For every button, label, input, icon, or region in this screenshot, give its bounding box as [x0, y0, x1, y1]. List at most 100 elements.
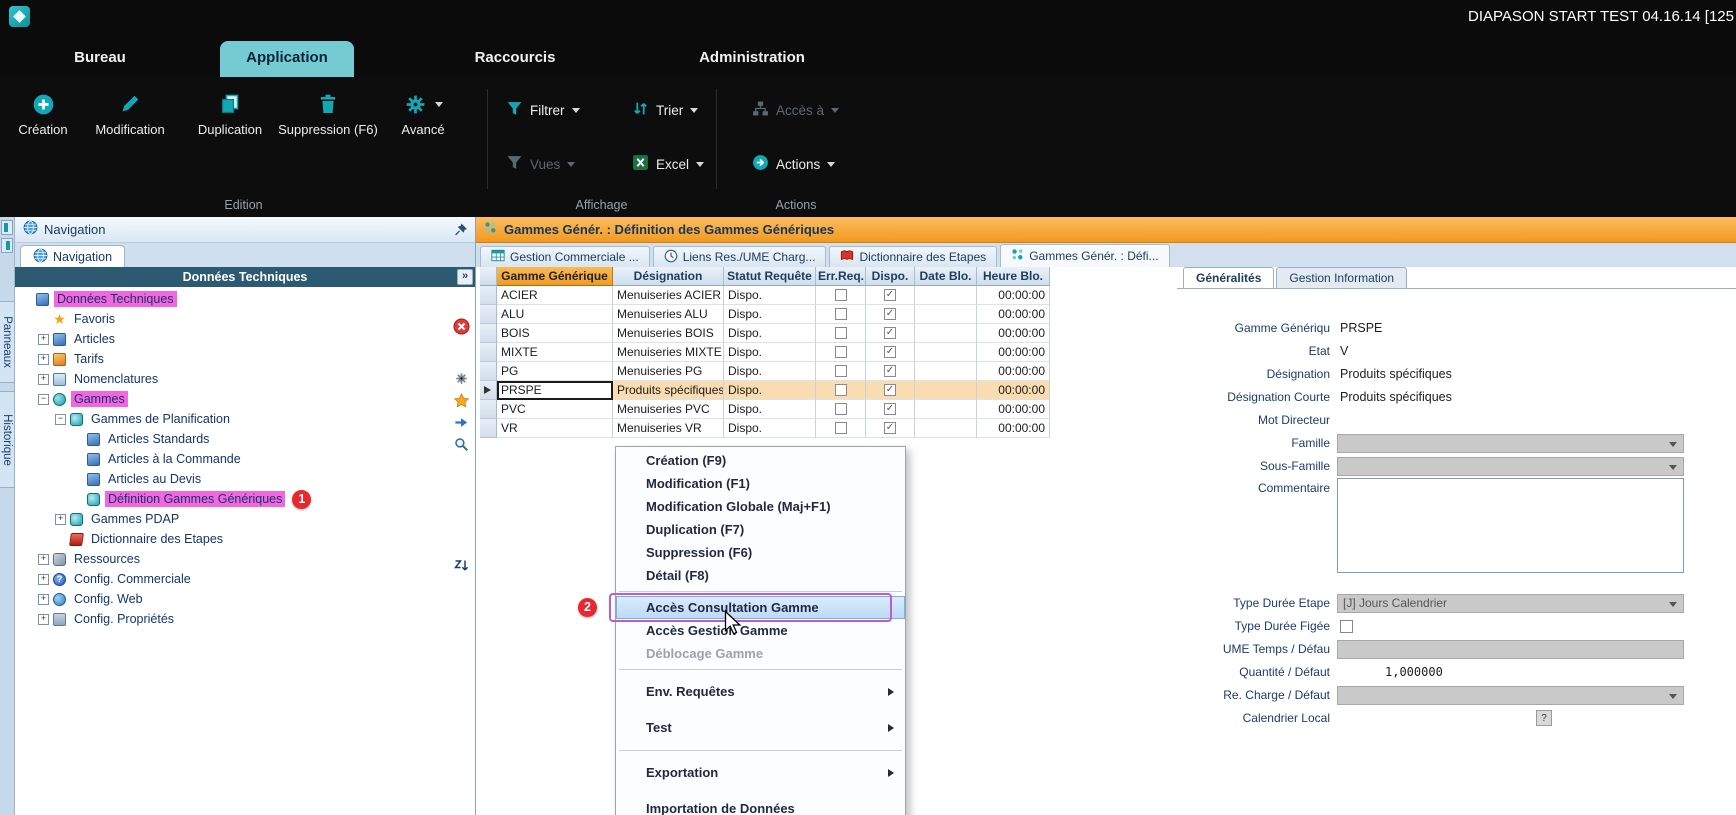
menu-item-env-requetes[interactable]: Env. Requêtes [616, 674, 905, 710]
column-header-statut-requete[interactable]: Statut Requête [724, 267, 816, 286]
cell-gamme[interactable]: VR [497, 419, 613, 438]
column-header-dispo[interactable]: Dispo. [866, 267, 915, 286]
menu-item-acces-consultation-gamme[interactable]: Accès Consultation Gamme2 [616, 596, 905, 619]
row-selector[interactable] [480, 381, 497, 400]
tree-item-tarifs[interactable]: +Tarifs [15, 349, 475, 369]
ribbon-button-creation[interactable]: Création [10, 90, 76, 137]
panel-toggle-button-2[interactable] [1, 238, 13, 253]
tree-item-dictionnaire-des-etapes[interactable]: Dictionnaire des Etapes [15, 529, 475, 549]
cell-gamme[interactable]: PRSPE [497, 381, 613, 400]
tree-item-gammes-pdap[interactable]: +Gammes PDAP [15, 509, 475, 529]
ribbon-button-excel[interactable]: Excel [632, 153, 704, 175]
row-selector[interactable] [480, 343, 497, 362]
tree-item-definition-gammes-generiques[interactable]: Définition Gammes Génériques1 [15, 489, 475, 509]
row-selector[interactable] [480, 362, 497, 381]
side-tab-panneaux[interactable]: Panneaux [0, 301, 15, 383]
checkbox-unchecked[interactable] [835, 346, 847, 358]
tree-item-ressources[interactable]: +Ressources [15, 549, 475, 569]
checkbox-unchecked[interactable] [835, 289, 847, 301]
tree-expander[interactable]: + [38, 594, 49, 605]
column-header-designation[interactable]: Désignation [613, 267, 724, 286]
tree-item-favoris[interactable]: ★Favoris [15, 309, 475, 329]
tree-expander[interactable]: − [38, 394, 49, 405]
menu-tab-raccourcis[interactable]: Raccourcis [452, 41, 578, 77]
cell-gamme[interactable]: ACIER [497, 286, 613, 305]
menu-tab-bureau[interactable]: Bureau [62, 41, 138, 77]
ribbon-button-modification[interactable]: Modification [80, 90, 180, 137]
menu-item-modification-f1[interactable]: Modification (F1) [616, 472, 905, 495]
tree-item-articles-a-la-commande[interactable]: Articles à la Commande [15, 449, 475, 469]
side-tab-historique[interactable]: Historique [0, 391, 15, 488]
checkbox-checked[interactable]: ✓ [884, 308, 896, 320]
tab-navigation[interactable]: Navigation [20, 245, 125, 267]
tree-expander[interactable]: − [55, 414, 66, 425]
panel-toggle-button[interactable] [1, 220, 13, 235]
menu-item-detail-f8[interactable]: Détail (F8) [616, 564, 905, 587]
column-header-heure-blo[interactable]: Heure Blo. [977, 267, 1050, 286]
tree-expander[interactable]: + [38, 354, 49, 365]
pin-icon[interactable] [454, 223, 467, 242]
sort-icon[interactable] [452, 557, 470, 575]
cell-gamme[interactable]: MIXTE [497, 343, 613, 362]
checkbox-unchecked[interactable] [835, 327, 847, 339]
checkbox-type-duree-figee[interactable] [1340, 620, 1353, 633]
tree-item-articles-standards[interactable]: Articles Standards [15, 429, 475, 449]
dropdown-re-charge-defaut[interactable] [1337, 686, 1684, 705]
dropdown-famille[interactable] [1337, 434, 1684, 453]
document-tab-dictionnaire-des-etapes[interactable]: Dictionnaire des Etapes [829, 246, 997, 267]
cell-gamme[interactable]: ALU [497, 305, 613, 324]
navigate-icon[interactable] [452, 413, 470, 431]
column-header-date-blo[interactable]: Date Blo. [915, 267, 977, 286]
detail-tab-generalites[interactable]: Généralités [1183, 267, 1274, 288]
tree-item-donnees-techniques[interactable]: Données Techniques [15, 289, 475, 309]
row-selector[interactable] [480, 400, 497, 419]
tree-expander[interactable]: + [38, 574, 49, 585]
cell-gamme[interactable]: BOIS [497, 324, 613, 343]
document-tab-liens-res-ume-charg[interactable]: Liens Res./UME Charg... [653, 246, 827, 267]
ribbon-button-filtrer[interactable]: Filtrer [506, 99, 580, 121]
menu-item-creation-f9[interactable]: Création (F9) [616, 449, 905, 472]
favorites-icon[interactable] [452, 391, 470, 409]
checkbox-checked[interactable]: ✓ [884, 346, 896, 358]
checkbox-checked[interactable]: ✓ [884, 422, 896, 434]
tree-item-config-web[interactable]: +Config. Web [15, 589, 475, 609]
tree-item-gammes[interactable]: −Gammes [15, 389, 475, 409]
column-header-gamme-generique[interactable]: Gamme Générique [497, 267, 613, 286]
menu-item-acces-gestion-gamme[interactable]: Accès Gestion Gamme [616, 619, 905, 642]
tree-item-config-commerciale[interactable]: +?Config. Commerciale [15, 569, 475, 589]
settings-icon[interactable] [452, 369, 470, 387]
clear-filter-button[interactable] [452, 317, 470, 335]
tree-expander[interactable]: + [38, 614, 49, 625]
menu-item-exportation[interactable]: Exportation [616, 755, 905, 791]
column-header-err-req[interactable]: Err.Req. [816, 267, 866, 286]
checkbox-checked[interactable]: ✓ [884, 365, 896, 377]
cell-gamme[interactable]: PVC [497, 400, 613, 419]
document-tab-gammes-gener-defi[interactable]: Gammes Génér. : Défi... [1000, 244, 1169, 267]
checkbox-checked[interactable]: ✓ [884, 384, 896, 396]
tree-item-gammes-de-planification[interactable]: −Gammes de Planification [15, 409, 475, 429]
ribbon-button-duplication[interactable]: Duplication [186, 90, 274, 137]
tree-expander[interactable]: + [55, 514, 66, 525]
tree-item-articles[interactable]: +Articles [15, 329, 475, 349]
tree-item-config-proprietes[interactable]: +Config. Propriétés [15, 609, 475, 629]
menu-item-modification-globale-maj-f1[interactable]: Modification Globale (Maj+F1) [616, 495, 905, 518]
input-ume-temps-defau[interactable] [1337, 640, 1684, 659]
tree-expander[interactable]: + [38, 334, 49, 345]
ribbon-button-avance[interactable]: Avancé [386, 90, 460, 137]
detail-tab-gestion-information[interactable]: Gestion Information [1276, 267, 1407, 288]
document-tab-gestion-commerciale[interactable]: Gestion Commerciale ... [480, 246, 650, 267]
menu-tab-administration[interactable]: Administration [682, 41, 822, 77]
checkbox-checked[interactable]: ✓ [884, 327, 896, 339]
ribbon-button-suppression-f6[interactable]: Suppression (F6) [278, 90, 378, 137]
ribbon-button-trier[interactable]: Trier [632, 99, 698, 121]
menu-item-suppression-f6[interactable]: Suppression (F6) [616, 541, 905, 564]
dropdown-type-duree-etape[interactable]: [J] Jours Calendrier [1337, 594, 1684, 613]
tree-item-nomenclatures[interactable]: +Nomenclatures [15, 369, 475, 389]
row-selector[interactable] [480, 419, 497, 438]
help-button[interactable]: ? [1536, 710, 1552, 726]
menu-item-importation-de-donnees[interactable]: Importation de Données [616, 791, 905, 815]
checkbox-unchecked[interactable] [835, 308, 847, 320]
search-icon[interactable] [452, 435, 470, 453]
checkbox-checked[interactable]: ✓ [884, 289, 896, 301]
row-selector[interactable] [480, 286, 497, 305]
